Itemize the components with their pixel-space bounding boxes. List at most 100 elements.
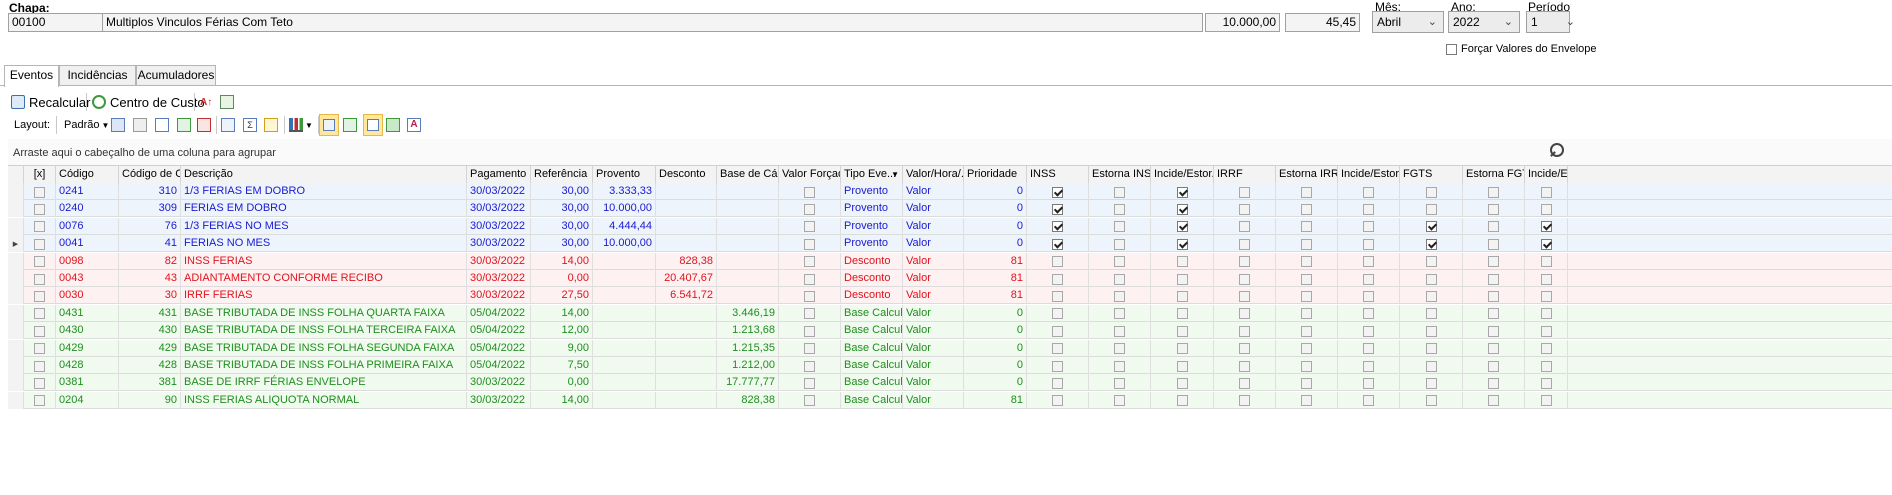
inss-checkbox[interactable] bbox=[1052, 377, 1063, 389]
estorna-irrf-checkbox[interactable] bbox=[1301, 203, 1312, 215]
estorna-inss-checkbox[interactable] bbox=[1114, 256, 1125, 268]
irrf-checkbox[interactable] bbox=[1239, 186, 1250, 198]
irrf-checkbox[interactable] bbox=[1239, 238, 1250, 250]
irrf-checkbox[interactable] bbox=[1239, 343, 1250, 355]
group-panel[interactable]: Arraste aqui o cabeçalho de uma coluna p… bbox=[8, 139, 1892, 165]
inss-checkbox[interactable] bbox=[1052, 395, 1063, 407]
valor-forcado-checkbox[interactable] bbox=[804, 238, 815, 250]
inss-checkbox[interactable] bbox=[1052, 325, 1063, 337]
inss-checkbox[interactable] bbox=[1052, 308, 1063, 320]
incide-estorna-inss-checkbox[interactable] bbox=[1176, 203, 1188, 215]
chart-button[interactable]: ▼ bbox=[289, 114, 313, 136]
estorna-fgts-checkbox[interactable] bbox=[1488, 290, 1499, 302]
table-row[interactable]: 0381 381 BASE DE IRRF FÉRIAS ENVELOPE 30/03… bbox=[8, 374, 1892, 392]
fgts-checkbox[interactable] bbox=[1425, 343, 1437, 355]
incide-estorna-irrf-checkbox[interactable] bbox=[1363, 238, 1374, 250]
valor-forcado-checkbox[interactable] bbox=[804, 273, 815, 285]
row-select-checkbox[interactable] bbox=[34, 203, 45, 215]
view-header-button[interactable] bbox=[363, 114, 383, 136]
row-select-checkbox[interactable] bbox=[34, 273, 45, 285]
column-header-valor-hora[interactable]: Valor/Hora/... bbox=[903, 166, 964, 184]
column-header-provento[interactable]: Provento bbox=[593, 166, 656, 184]
valor-forcado-checkbox[interactable] bbox=[804, 308, 815, 320]
inss-checkbox[interactable] bbox=[1052, 256, 1063, 268]
estorna-inss-checkbox[interactable] bbox=[1114, 395, 1125, 407]
incide-estorna-fgts-checkbox[interactable] bbox=[1540, 308, 1552, 320]
table-row[interactable]: 0204 90 INSS FERIAS ALIQUOTA NORMAL 30/03/2… bbox=[8, 391, 1892, 409]
incide-estorna-irrf-checkbox[interactable] bbox=[1363, 290, 1374, 302]
column-header-inss[interactable]: INSS bbox=[1027, 166, 1089, 184]
valor-forcado-checkbox[interactable] bbox=[804, 360, 815, 372]
inss-checkbox[interactable] bbox=[1052, 290, 1063, 302]
table-row[interactable]: 0098 82 INSS FERIAS 30/03/2022 14,00 828,38 De… bbox=[8, 252, 1892, 270]
estorna-irrf-checkbox[interactable] bbox=[1301, 308, 1312, 320]
table-row[interactable]: 0430 430 BASE TRIBUTADA DE INSS FOLHA TERC… bbox=[8, 322, 1892, 340]
view-color-button[interactable] bbox=[386, 114, 400, 136]
irrf-checkbox[interactable] bbox=[1239, 203, 1250, 215]
estorna-irrf-checkbox[interactable] bbox=[1301, 290, 1312, 302]
incide-estorna-irrf-checkbox[interactable] bbox=[1363, 325, 1374, 337]
fgts-checkbox[interactable] bbox=[1425, 256, 1437, 268]
fgts-checkbox[interactable] bbox=[1425, 186, 1437, 198]
column-header-valor-forcado[interactable]: Valor Forçado bbox=[779, 166, 841, 184]
estorna-fgts-checkbox[interactable] bbox=[1488, 325, 1499, 337]
row-select-checkbox[interactable] bbox=[34, 377, 45, 389]
estorna-fgts-checkbox[interactable] bbox=[1488, 377, 1499, 389]
row-select-checkbox[interactable] bbox=[34, 343, 45, 355]
fgts-checkbox[interactable] bbox=[1425, 221, 1437, 233]
irrf-checkbox[interactable] bbox=[1239, 273, 1250, 285]
incide-estorna-inss-checkbox[interactable] bbox=[1176, 377, 1188, 389]
valor-forcado-checkbox[interactable] bbox=[804, 377, 815, 389]
irrf-checkbox[interactable] bbox=[1239, 256, 1250, 268]
irrf-checkbox[interactable] bbox=[1239, 221, 1250, 233]
column-header-desconto[interactable]: Desconto bbox=[656, 166, 717, 184]
grid-edit-button[interactable] bbox=[264, 114, 278, 136]
column-header-select[interactable]: [x] bbox=[24, 166, 56, 184]
inss-checkbox[interactable] bbox=[1052, 238, 1063, 250]
estorna-inss-checkbox[interactable] bbox=[1114, 186, 1125, 198]
estorna-fgts-checkbox[interactable] bbox=[1488, 273, 1499, 285]
incide-estorna-inss-checkbox[interactable] bbox=[1176, 343, 1188, 355]
periodo-select[interactable]: 1 ⌄ bbox=[1526, 11, 1575, 33]
incide-estorna-fgts-checkbox[interactable] bbox=[1540, 325, 1552, 337]
fgts-checkbox[interactable] bbox=[1425, 395, 1437, 407]
forcar-valores-option[interactable]: Forçar Valores do Envelope bbox=[1446, 43, 1597, 55]
incide-estorna-inss-checkbox[interactable] bbox=[1176, 308, 1188, 320]
incide-estorna-fgts-checkbox[interactable] bbox=[1540, 273, 1552, 285]
incide-estorna-fgts-checkbox[interactable] bbox=[1540, 203, 1552, 215]
incide-estorna-fgts-checkbox[interactable] bbox=[1540, 221, 1552, 233]
estorna-fgts-checkbox[interactable] bbox=[1488, 395, 1499, 407]
incide-estorna-irrf-checkbox[interactable] bbox=[1363, 308, 1374, 320]
inss-checkbox[interactable] bbox=[1052, 343, 1063, 355]
incide-estorna-fgts-checkbox[interactable] bbox=[1540, 290, 1552, 302]
layout-copy-button[interactable] bbox=[133, 114, 147, 136]
fgts-checkbox[interactable] bbox=[1425, 273, 1437, 285]
column-header-pagamento[interactable]: Pagamento bbox=[467, 166, 531, 184]
fgts-checkbox[interactable] bbox=[1425, 325, 1437, 337]
incide-estorna-fgts-checkbox[interactable] bbox=[1540, 343, 1552, 355]
estorna-fgts-checkbox[interactable] bbox=[1488, 308, 1499, 320]
column-header-estorna-inss[interactable]: Estorna INSS bbox=[1089, 166, 1151, 184]
incide-estorna-irrf-checkbox[interactable] bbox=[1363, 186, 1374, 198]
inss-checkbox[interactable] bbox=[1052, 273, 1063, 285]
incide-estorna-inss-checkbox[interactable] bbox=[1176, 256, 1188, 268]
row-select-checkbox[interactable] bbox=[34, 186, 45, 198]
irrf-checkbox[interactable] bbox=[1239, 395, 1250, 407]
view-grid-button[interactable] bbox=[319, 114, 339, 136]
centro-custo-button[interactable]: Centro de Custo bbox=[92, 91, 205, 113]
incide-estorna-fgts-checkbox[interactable] bbox=[1540, 238, 1552, 250]
estorna-fgts-checkbox[interactable] bbox=[1488, 238, 1499, 250]
valor-forcado-checkbox[interactable] bbox=[804, 203, 815, 215]
estorna-inss-checkbox[interactable] bbox=[1114, 238, 1125, 250]
incide-estorna-fgts-checkbox[interactable] bbox=[1540, 186, 1552, 198]
ano-select[interactable]: 2022 ⌄ bbox=[1448, 11, 1520, 33]
column-header-codigo-c[interactable]: Código de C... bbox=[119, 166, 181, 184]
layout-upload-button[interactable] bbox=[197, 114, 211, 136]
inss-checkbox[interactable] bbox=[1052, 221, 1063, 233]
inss-checkbox[interactable] bbox=[1052, 186, 1063, 198]
column-header-descricao[interactable]: Descrição bbox=[181, 166, 467, 184]
row-select-checkbox[interactable] bbox=[34, 221, 45, 233]
forcar-valores-checkbox[interactable] bbox=[1446, 43, 1457, 55]
caret-down-icon[interactable]: ▼ bbox=[891, 166, 899, 183]
estorna-irrf-checkbox[interactable] bbox=[1301, 221, 1312, 233]
